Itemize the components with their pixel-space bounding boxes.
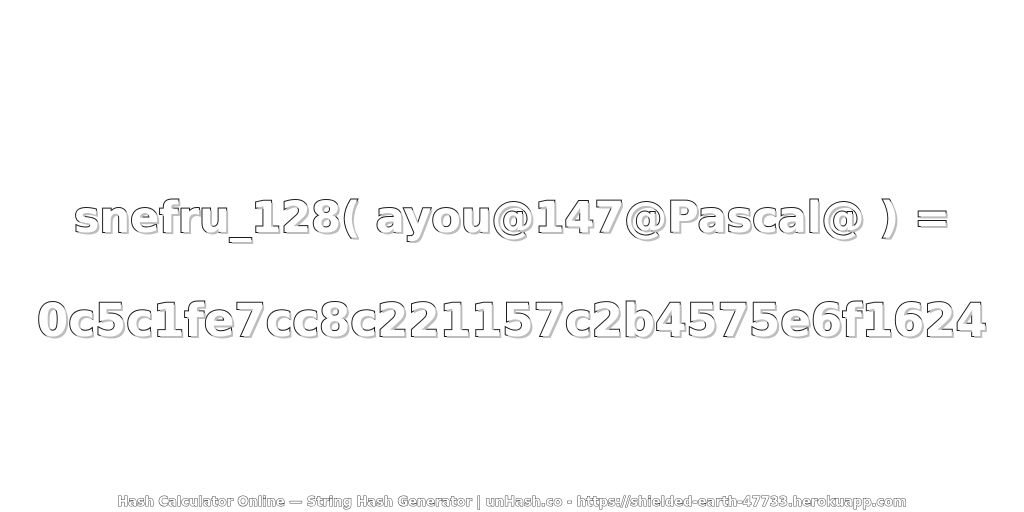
footer-credit: Hash Calculator Online — String Hash Gen… [117, 495, 907, 511]
hash-value: 0c5c1fe7cc8c221157c2b4575e6f1624 [36, 293, 988, 348]
hash-expression: snefru_128( ayou@147@Pascal@ ) = [73, 192, 951, 244]
hash-result-image: snefru_128( ayou@147@Pascal@ ) = 0c5c1fe… [0, 0, 1024, 512]
